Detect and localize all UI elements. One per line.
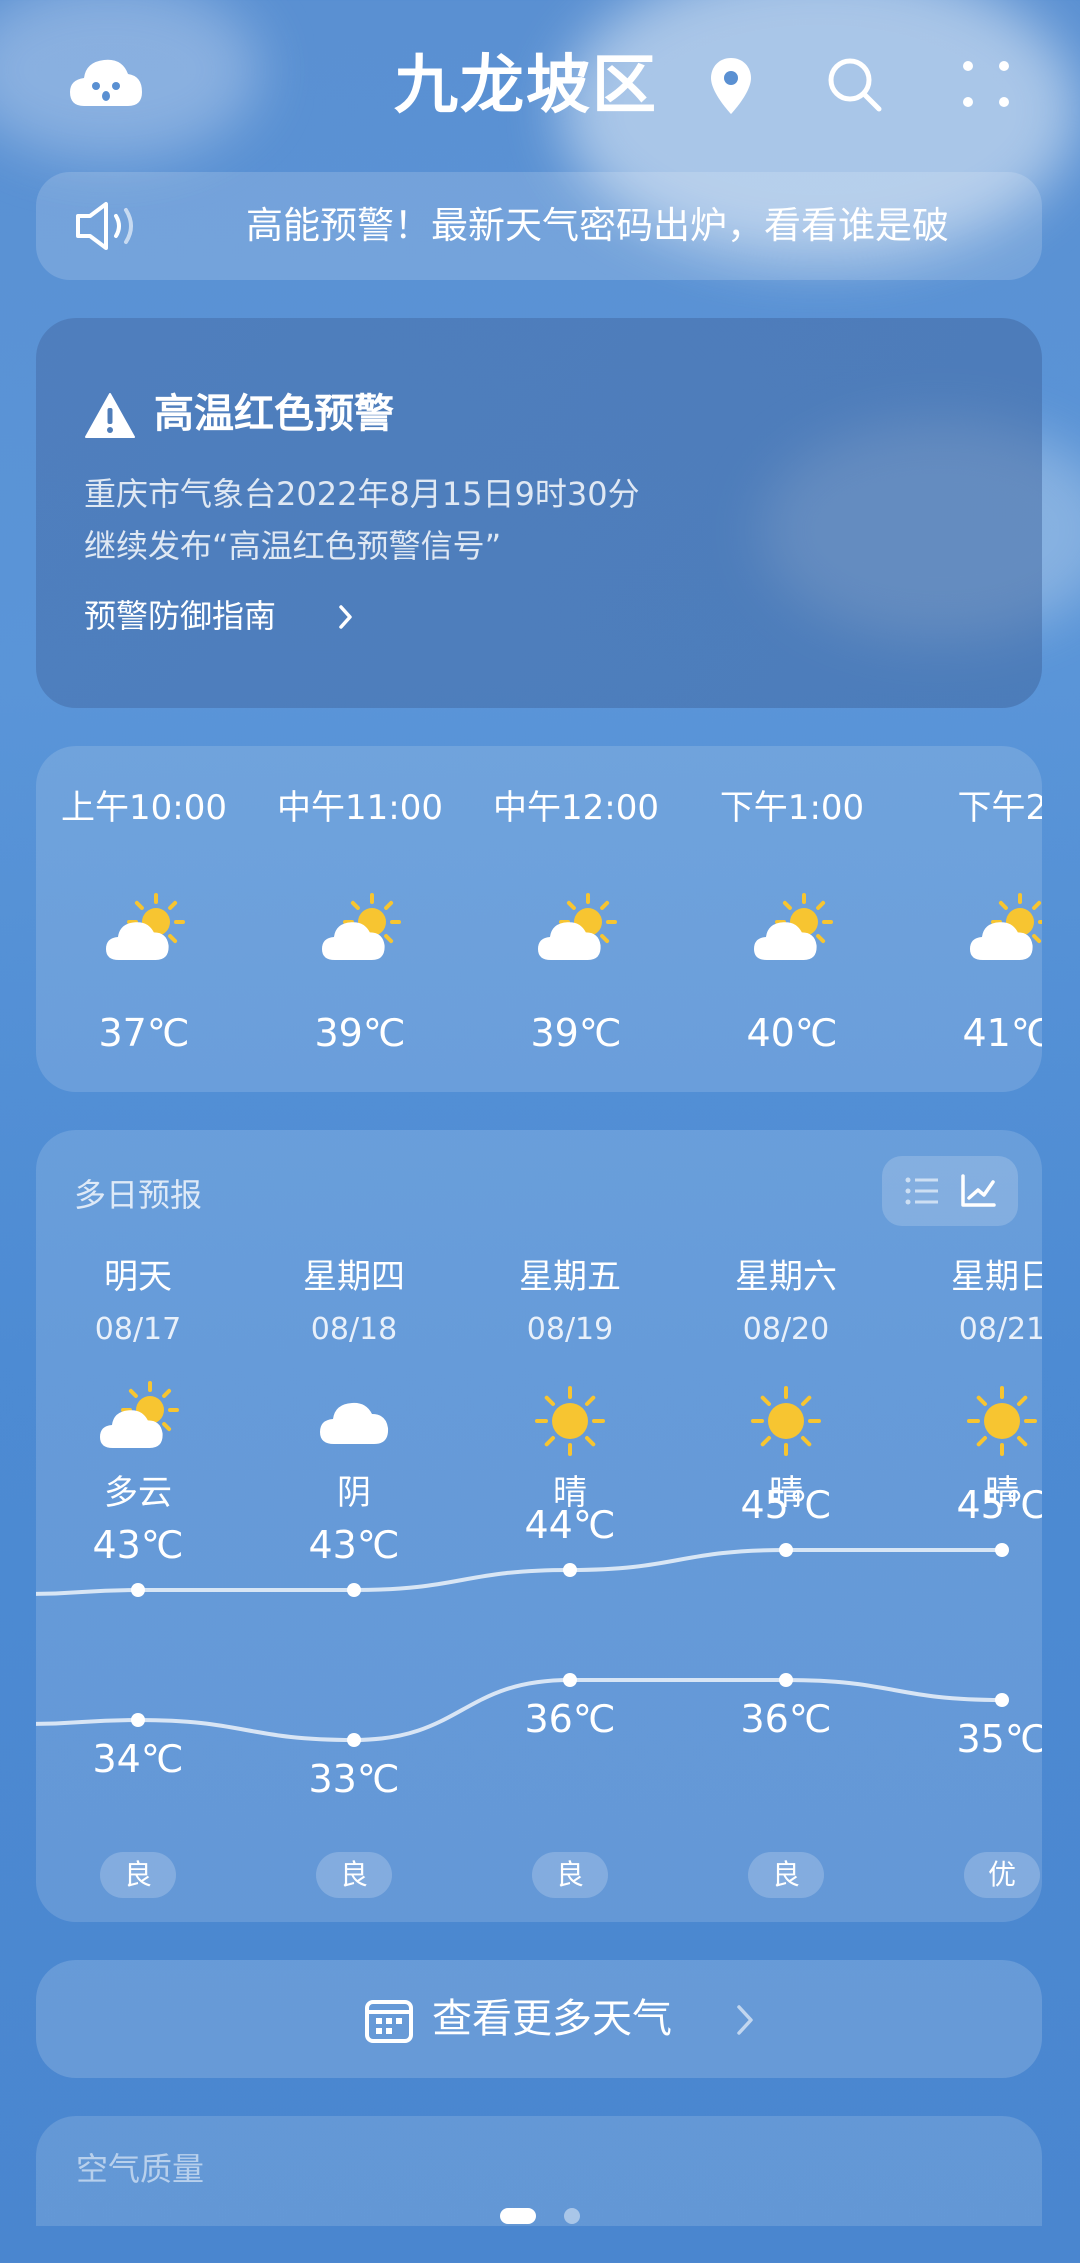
- hour-time: 中午12:00: [493, 788, 659, 828]
- hour-temp: 41℃: [962, 1011, 1042, 1055]
- hour-temp: 37℃: [98, 1011, 190, 1055]
- cloud-icon: [304, 1376, 404, 1466]
- sun-cloud-icon: [526, 888, 626, 978]
- daily-item: 星期四 08/18 阴 43℃ 33℃ 良: [254, 1130, 454, 1922]
- air-quality-label: 空气质量: [76, 2150, 205, 2188]
- day-condition: 阴: [337, 1473, 371, 1513]
- aqi-badge: 良: [100, 1852, 176, 1898]
- more-weather-button[interactable]: 查看更多天气: [36, 1960, 1042, 2078]
- sun-cloud-icon: [310, 888, 410, 978]
- day-name: 星期四: [303, 1257, 405, 1297]
- sun-cloud-icon: [94, 888, 194, 978]
- day-low-temp: 35℃: [956, 1717, 1042, 1761]
- hour-temp: 39℃: [314, 1011, 406, 1055]
- day-high-temp: 45℃: [740, 1483, 832, 1527]
- day-low-temp: 36℃: [740, 1697, 832, 1741]
- hourly-item: 下午2: 41℃: [908, 746, 1042, 1092]
- city-title[interactable]: 九龙坡区: [394, 46, 658, 126]
- day-date: 08/17: [94, 1312, 182, 1347]
- hourly-item: 中午12:00 39℃: [476, 746, 676, 1092]
- more-dots-icon[interactable]: [956, 52, 1016, 116]
- warning-body: 重庆市气象台2022年8月15日9时30分继续发布“高温红色预警信号”: [84, 475, 640, 565]
- hour-time: 下午1:00: [719, 788, 865, 828]
- day-date: 08/20: [742, 1312, 830, 1347]
- cloud-face-icon[interactable]: [66, 50, 146, 120]
- more-weather-label: 查看更多天气: [432, 1996, 672, 2042]
- speaker-icon: [72, 198, 152, 254]
- daily-item: 星期日 08/21 晴 45℃ 35℃ 优: [902, 1130, 1042, 1922]
- daily-item: 星期六 08/20 晴 45℃ 36℃ 良: [686, 1130, 886, 1922]
- hourly-item: 上午10:00 37℃: [44, 746, 244, 1092]
- hourly-item: 下午1:00 40℃: [692, 746, 892, 1092]
- aqi-badge: 优: [964, 1852, 1040, 1898]
- warning-card[interactable]: 高温红色预警 重庆市气象台2022年8月15日9时30分继续发布“高温红色预警信…: [36, 318, 1042, 708]
- sun-icon: [952, 1376, 1042, 1466]
- sun-icon: [520, 1376, 620, 1466]
- day-low-temp: 34℃: [92, 1737, 184, 1781]
- hour-temp: 40℃: [746, 1011, 838, 1055]
- top-bar: 九龙坡区: [0, 0, 1080, 170]
- hour-temp: 39℃: [530, 1011, 622, 1055]
- sun-cloud-icon: [958, 888, 1042, 978]
- aqi-badge: 良: [748, 1852, 824, 1898]
- day-name: 星期六: [735, 1257, 837, 1297]
- day-date: 08/18: [310, 1312, 398, 1347]
- hour-time: 上午10:00: [61, 788, 227, 828]
- sun-cloud-icon: [88, 1376, 188, 1466]
- chevron-right-icon: [336, 602, 356, 632]
- day-high-temp: 44℃: [524, 1503, 616, 1547]
- day-date: 08/19: [526, 1312, 614, 1347]
- chevron-right-icon: [734, 2002, 756, 2038]
- warning-guide-link[interactable]: 预警防御指南: [84, 590, 276, 642]
- daily-item: 明天 08/17 多云 43℃ 34℃ 良: [38, 1130, 238, 1922]
- hourly-forecast[interactable]: 上午10:00 37℃ 中午11:00 39℃ 中午12:00 39℃ 下午1:…: [36, 746, 1042, 1092]
- calendar-icon: [364, 1996, 414, 2044]
- page-dot-active: [500, 2208, 536, 2224]
- day-name: 星期日: [951, 1257, 1042, 1297]
- warning-icon: [84, 392, 136, 440]
- search-icon[interactable]: [822, 52, 886, 116]
- day-low-temp: 33℃: [308, 1757, 400, 1801]
- sun-cloud-icon: [742, 888, 842, 978]
- hour-time: 下午2:: [957, 788, 1042, 828]
- news-ticker[interactable]: 高能预警！最新天气密码出炉，看看谁是破: [36, 172, 1042, 280]
- daily-item: 星期五 08/19 晴 44℃ 36℃ 良: [470, 1130, 670, 1922]
- aqi-badge: 良: [532, 1852, 608, 1898]
- day-date: 08/21: [958, 1312, 1042, 1347]
- day-condition: 多云: [104, 1473, 172, 1513]
- warning-title: 高温红色预警: [154, 391, 394, 437]
- day-name: 星期五: [519, 1257, 621, 1297]
- day-high-temp: 43℃: [92, 1523, 184, 1567]
- hour-time: 中午11:00: [277, 788, 443, 828]
- day-low-temp: 36℃: [524, 1697, 616, 1741]
- location-pin-icon[interactable]: [706, 54, 756, 118]
- hourly-item: 中午11:00 39℃: [260, 746, 460, 1092]
- day-high-temp: 45℃: [956, 1483, 1042, 1527]
- page-dot: [564, 2208, 580, 2224]
- sun-icon: [736, 1376, 836, 1466]
- daily-forecast[interactable]: 多日预报 明天 08/17 多云 43℃ 34℃ 良 星期四 08/18 阴 4…: [36, 1130, 1042, 1922]
- page-indicator: [0, 2202, 1080, 2232]
- aqi-badge: 良: [316, 1852, 392, 1898]
- day-high-temp: 43℃: [308, 1523, 400, 1567]
- ticker-text: 高能预警！最新天气密码出炉，看看谁是破: [246, 204, 949, 247]
- day-name: 明天: [104, 1257, 172, 1297]
